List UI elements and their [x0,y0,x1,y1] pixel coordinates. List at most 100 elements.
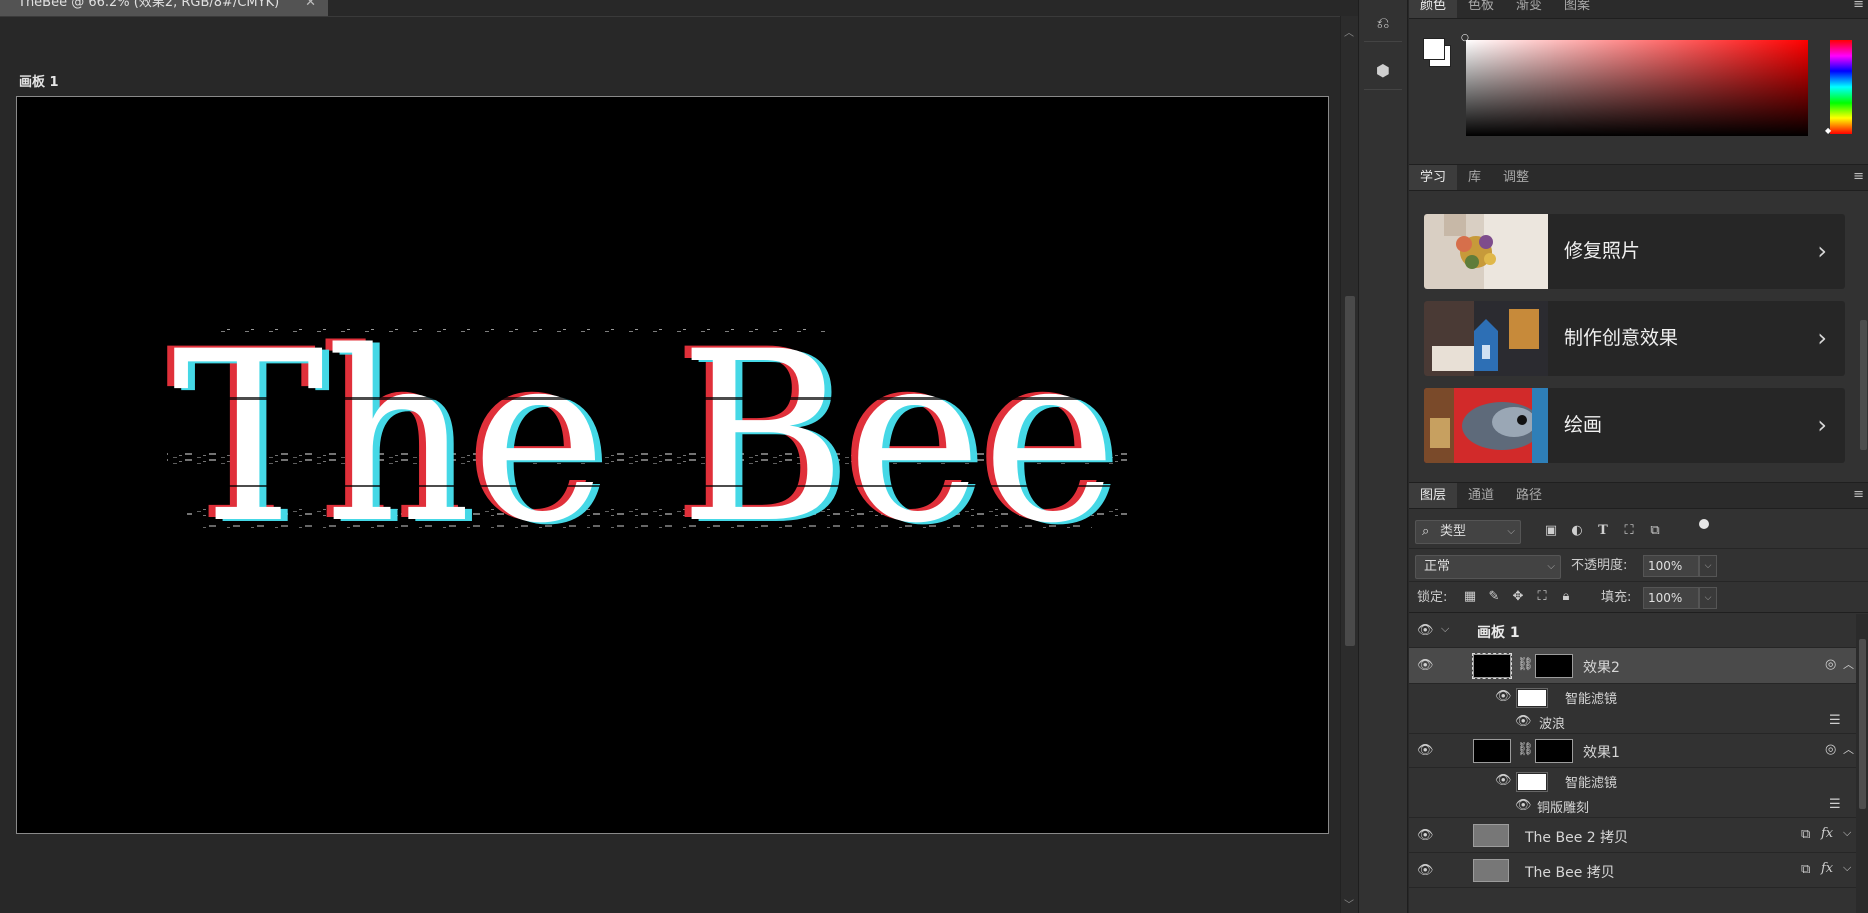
layer-row-effect2[interactable]: 👁︎ ⛓ 效果2 ◎ ︿ [1409,648,1856,684]
blend-mode-select[interactable]: 正常 ⌵ [1415,555,1561,579]
tab-gradients[interactable]: 渐变 [1505,0,1553,18]
opacity-field[interactable]: 100% [1643,555,1699,577]
tab-layers[interactable]: 图层 [1409,483,1458,508]
document-tab[interactable]: TheBee @ 66.2% (效果2, RGB/8#/CMYK) ✕ [0,0,328,16]
learn-card-creative-effects[interactable]: 制作创意效果 › [1424,301,1845,376]
layer-name: 效果2 [1583,660,1620,676]
color-picker-field[interactable] [1466,40,1808,136]
panel-menu-icon[interactable]: ≡ [1853,169,1864,184]
tab-patterns[interactable]: 图案 [1553,0,1601,18]
panel-menu-icon[interactable]: ≡ [1853,0,1864,12]
close-tab-icon[interactable]: ✕ [305,0,316,12]
hue-slider-handle[interactable]: ◆ [1825,126,1831,135]
layer-row-effect1[interactable]: 👁︎ ⛓ 效果1 ◎ ︿ [1409,734,1856,768]
chevron-down-icon[interactable]: ⌵ [1441,622,1449,636]
eye-icon[interactable]: 👁︎ [1417,658,1434,673]
layer-name: 智能滤镜 [1565,692,1618,707]
filter-adjustment-icon[interactable]: ◐ [1569,523,1585,539]
chevron-up-icon[interactable]: ︿ [1843,741,1854,757]
smart-filter-icon[interactable]: ◎ [1825,742,1836,757]
lock-position-icon[interactable]: ✥ [1509,587,1527,607]
scroll-up-icon[interactable]: ︿ [1344,24,1354,39]
lock-pixels-icon[interactable]: ✎ [1485,587,1503,607]
filter-mask-thumbnail[interactable] [1535,654,1573,678]
canvas[interactable]: The Bee The Bee The Bee [16,96,1329,834]
fill-field[interactable]: 100% [1643,587,1699,609]
filter-mask-thumbnail[interactable] [1535,739,1573,763]
learn-card-fix-photo[interactable]: 修复照片 › [1424,214,1845,289]
layer-row-smart-filters[interactable]: 👁︎ 智能滤镜 [1409,684,1856,710]
fx-icon[interactable]: fx [1821,826,1833,841]
eye-icon[interactable]: 👁︎ [1417,743,1434,758]
tab-learn[interactable]: 学习 [1409,165,1458,190]
layer-row-the-bee-copy[interactable]: 👁︎ The Bee 拷贝 ⧉ fx ⌵ [1409,853,1856,888]
smart-object-thumbnail[interactable] [1472,653,1512,679]
eye-icon[interactable]: 👁︎ [1417,863,1434,878]
learn-scrollbar[interactable] [1858,205,1868,475]
tab-channels[interactable]: 通道 [1457,483,1505,508]
lock-transparent-icon[interactable]: ▦ [1461,587,1479,607]
smart-filter-icon[interactable]: ◎ [1825,657,1836,672]
tab-paths[interactable]: 路径 [1505,483,1553,508]
layer-name: 波浪 [1539,717,1566,732]
eye-icon[interactable]: 👁︎ [1515,714,1532,729]
layers-scrollbar[interactable] [1856,614,1868,913]
smart-object-thumbnail[interactable] [1473,739,1511,763]
layer-row-artboard[interactable]: 👁︎ ⌵ 画板 1 [1409,614,1856,648]
tab-adjustments[interactable]: 调整 [1492,165,1540,190]
link-icon[interactable]: ⛓ [1517,742,1534,757]
scroll-down-icon[interactable]: ﹀ [1344,896,1354,911]
history-icon[interactable]: ⎌ [1364,4,1402,42]
chevron-down-icon[interactable]: ⌵ [1843,826,1851,840]
tab-swatches[interactable]: 色板 [1457,0,1505,18]
smart-filter-mask-thumbnail[interactable] [1516,688,1548,708]
eye-icon[interactable]: 👁︎ [1417,828,1434,843]
layer-thumbnail[interactable] [1473,824,1509,847]
filter-shape-icon[interactable]: ⛶ [1621,523,1637,539]
filter-smart-object-icon[interactable]: ⧉ [1647,523,1663,539]
eye-icon[interactable]: 👁︎ [1515,798,1532,813]
3d-icon[interactable]: ⬢ [1364,52,1402,90]
filter-options-icon[interactable]: ☰ [1829,713,1841,728]
layer-row-the-bee-2-copy[interactable]: 👁︎ The Bee 2 拷贝 ⧉ fx ⌵ [1409,818,1856,853]
color-picker-marker[interactable]: ○ [1461,33,1469,43]
lock-all-icon[interactable]: 🔒︎ [1557,587,1575,607]
layer-filter-select[interactable]: ⌕ 类型 ⌵ [1415,520,1521,544]
blend-mode-value: 正常 [1424,559,1451,574]
scrollbar-thumb[interactable] [1860,320,1867,450]
learn-card-painting[interactable]: 绘画 › [1424,388,1845,463]
eye-icon[interactable]: 👁︎ [1495,689,1512,704]
filter-type-icon[interactable]: T [1595,523,1611,539]
panel-menu-icon[interactable]: ≡ [1853,487,1864,502]
opacity-dropdown-icon[interactable]: ⌵ [1699,555,1717,577]
scrollbar-thumb[interactable] [1345,296,1355,646]
foreground-color-swatch[interactable] [1423,38,1445,60]
layer-row-filter-mezzotint[interactable]: 👁︎ 铜版雕刻 ☰ [1409,794,1856,818]
layer-thumbnail[interactable] [1473,859,1509,882]
learn-panel-tabs: 学习 库 调整 ≡ [1409,165,1868,191]
hue-slider[interactable] [1830,40,1852,134]
tab-libraries[interactable]: 库 [1457,165,1492,190]
link-icon[interactable]: ⛓ [1517,657,1534,672]
filter-options-icon[interactable]: ☰ [1829,797,1841,812]
scrollbar-thumb[interactable] [1859,639,1866,809]
filter-pixel-icon[interactable]: ▣ [1543,523,1559,539]
chevron-right-icon: › [1817,237,1827,265]
fx-icon[interactable]: fx [1821,861,1833,876]
layer-row-filter-wave[interactable]: 👁︎ 波浪 ☰ [1409,710,1856,734]
eye-icon[interactable]: 👁︎ [1417,623,1434,638]
chevron-up-icon[interactable]: ︿ [1843,656,1854,672]
tab-color[interactable]: 颜色 [1409,0,1458,18]
layer-filter-bar: ⌕ 类型 ⌵ ▣ ◐ T ⛶ ⧉ [1409,511,1868,549]
lock-artboard-icon[interactable]: ⛶ [1533,587,1551,607]
layer-name: 铜版雕刻 [1537,801,1590,816]
canvas-scrollbar[interactable]: ︿ ﹀ [1340,16,1358,913]
lock-label: 锁定: [1417,590,1448,605]
fill-dropdown-icon[interactable]: ⌵ [1699,587,1717,609]
smart-filter-mask-thumbnail[interactable] [1516,772,1548,792]
layer-row-smart-filters[interactable]: 👁︎ 智能滤镜 [1409,768,1856,794]
filter-toggle[interactable] [1699,519,1709,541]
eye-icon[interactable]: 👁︎ [1495,773,1512,788]
artboard-label[interactable]: 画板 1 [19,71,59,90]
chevron-down-icon[interactable]: ⌵ [1843,861,1851,875]
